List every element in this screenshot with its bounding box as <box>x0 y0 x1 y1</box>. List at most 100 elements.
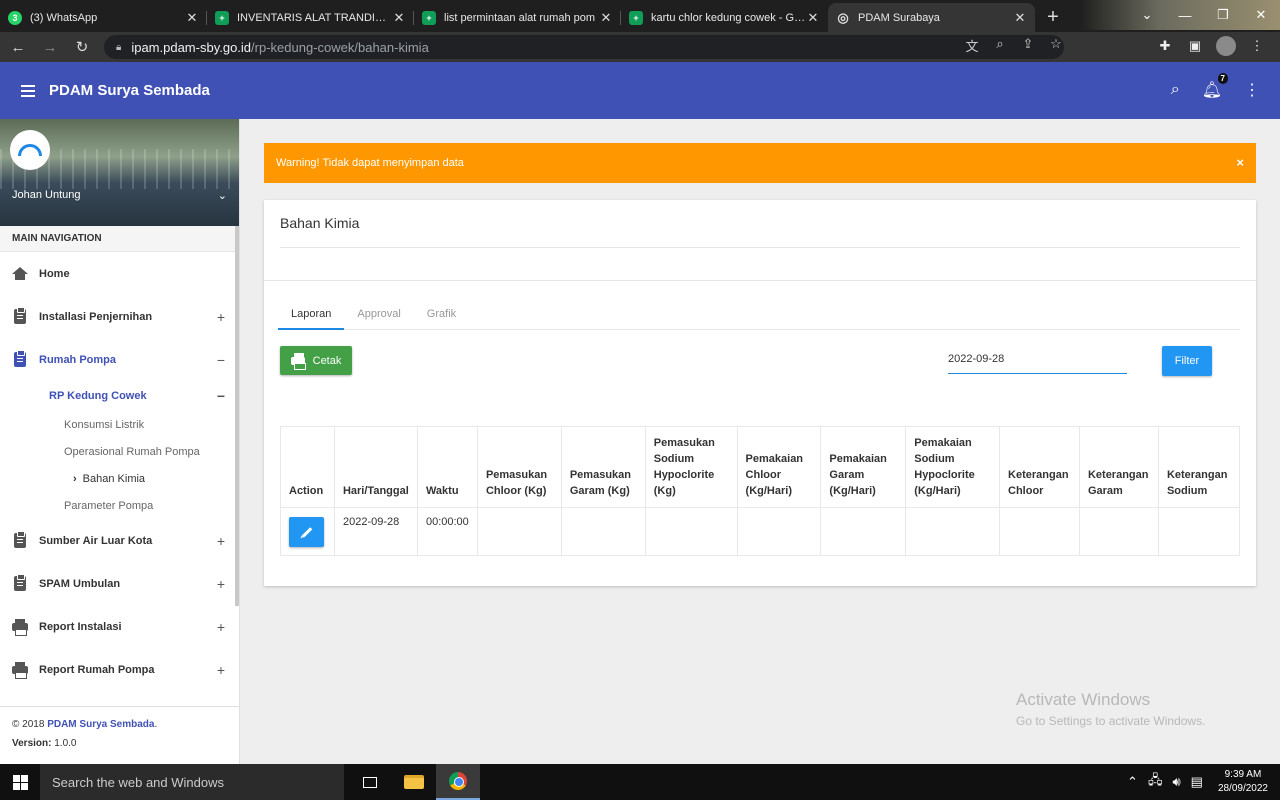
copyright-link[interactable]: PDAM Surya Sembada <box>47 719 154 730</box>
search-icon[interactable]: ⌕ <box>1171 81 1180 99</box>
extensions-puzzle-icon[interactable]: ✚ <box>1150 38 1180 54</box>
date-filter-input[interactable]: 2022-09-28 <box>948 348 1127 374</box>
close-window-icon[interactable]: ✕ <box>1242 0 1280 30</box>
url-path: /rp-kedung-cowek/bahan-kimia <box>251 39 429 55</box>
sidebar-item-sumber-air-luar-kota[interactable]: Sumber Air Luar Kota + <box>0 519 239 562</box>
sheets-icon: + <box>629 10 643 25</box>
browser-menu-icon[interactable]: ⋮ <box>1242 38 1272 54</box>
filter-button[interactable]: Filter <box>1162 346 1212 376</box>
expand-icon[interactable]: + <box>217 533 225 549</box>
sidebar-item-report-rumah-pompa[interactable]: Report Rumah Pompa + <box>0 648 239 691</box>
tab-title: (3) WhatsApp <box>30 11 98 24</box>
side-panel-icon[interactable]: ▣ <box>1180 38 1210 54</box>
sidebar-item-rumah-pompa[interactable]: Rumah Pompa − <box>0 338 239 381</box>
collapse-icon[interactable]: − <box>217 352 225 368</box>
alert-message: Warning! Tidak dapat menyimpan data <box>276 157 464 169</box>
watermark-line2: Go to Settings to activate Windows. <box>1016 714 1206 728</box>
sidebar-subitem-operasional-rumah-pompa[interactable]: Operasional Rumah Pompa <box>0 438 239 465</box>
sidebar-subitem-rp-kedung-cowek[interactable]: RP Kedung Cowek − <box>0 381 239 411</box>
sidebar-subitem-bahan-kimia[interactable]: › Bahan Kimia <box>0 465 239 492</box>
task-view-icon[interactable] <box>348 764 392 800</box>
tab-search-icon[interactable]: ⌄ <box>1128 0 1166 30</box>
close-tab-icon[interactable]: ✕ <box>599 10 613 26</box>
close-tab-icon[interactable]: ✕ <box>806 10 820 26</box>
network-icon[interactable]: 🖧︎ <box>1148 771 1163 793</box>
browser-tab-whatsapp[interactable]: 3 (3) WhatsApp ✕ <box>0 3 207 32</box>
expand-icon[interactable]: + <box>217 662 225 678</box>
column-header: Hari/Tanggal <box>333 426 418 508</box>
minimize-icon[interactable]: — <box>1166 0 1204 30</box>
chevron-down-icon[interactable]: ⌄ <box>218 189 227 202</box>
column-header: Keterangan Garam <box>1078 426 1159 508</box>
windows-start-icon[interactable] <box>0 764 40 800</box>
sidebar-item-report-instalasi[interactable]: Report Instalasi + <box>0 605 239 648</box>
file-explorer-icon[interactable] <box>392 764 436 800</box>
browser-tab-kartu-chlor[interactable]: + kartu chlor kedung cowek - Goo ✕ <box>621 3 828 32</box>
more-vert-icon[interactable]: ⋮ <box>1244 80 1260 100</box>
browser-tab-inventaris[interactable]: + INVENTARIS ALAT TRANDIST - G ✕ <box>207 3 414 32</box>
print-icon <box>12 618 28 636</box>
expand-icon[interactable]: + <box>217 309 225 325</box>
table-cell <box>736 507 822 556</box>
nav-heading: MAIN NAVIGATION <box>0 226 239 252</box>
hamburger-menu-icon[interactable] <box>21 82 35 100</box>
chevron-up-icon[interactable]: ⌃ <box>1127 774 1138 790</box>
notification-bell-icon[interactable]: 🔔︎ 7 <box>1202 73 1228 100</box>
column-header: Action <box>280 426 335 508</box>
forward-icon[interactable]: → <box>36 39 64 56</box>
user-name[interactable]: Johan Untung <box>12 189 81 201</box>
column-header: Pemakaian Garam (Kg/Hari) <box>820 426 907 508</box>
share-icon[interactable]: ⇪ <box>1014 36 1042 55</box>
print-icon <box>12 661 28 679</box>
volume-icon[interactable]: 🔊︎ <box>1172 774 1180 790</box>
chevron-right-icon: › <box>73 472 77 485</box>
app-header: PDAM Surya Sembada ⌕ 🔔︎ 7 ⋮ <box>0 62 1280 119</box>
edit-button[interactable] <box>289 517 324 547</box>
close-tab-icon[interactable]: ✕ <box>392 10 406 26</box>
sidebar-item-installasi-penjernihan[interactable]: Installasi Penjernihan + <box>0 295 239 338</box>
globe-icon: ◎ <box>837 9 849 25</box>
app-brand[interactable]: PDAM Surya Sembada <box>49 82 210 99</box>
sidebar-subitem-label: Bahan Kimia <box>82 472 146 485</box>
reload-icon[interactable]: ↻ <box>68 38 96 56</box>
action-center-icon[interactable]: ▤ <box>1191 774 1203 790</box>
translate-icon[interactable]: 文 <box>958 36 986 55</box>
sidebar-footer: © 2018 PDAM Surya Sembada. Version: 1.0.… <box>0 706 240 764</box>
browser-tab-list-permintaan[interactable]: + list permintaan alat rumah pom ✕ <box>414 3 621 32</box>
address-bar[interactable]: 🔒︎ ipam.pdam-sby.go.id/rp-kedung-cowek/b… <box>104 35 1064 59</box>
close-tab-icon[interactable]: ✕ <box>1013 10 1027 26</box>
tab-laporan[interactable]: Laporan <box>278 302 345 330</box>
restore-icon[interactable]: ❐ <box>1204 0 1242 30</box>
sidebar-scrollbar[interactable] <box>235 226 239 606</box>
profile-avatar[interactable] <box>1216 36 1236 56</box>
sidebar-item-spam-umbulan[interactable]: SPAM Umbulan + <box>0 562 239 605</box>
lock-icon[interactable]: 🔒︎ <box>116 42 121 53</box>
expand-icon[interactable]: + <box>217 619 225 635</box>
new-tab-button[interactable]: + <box>1035 3 1071 32</box>
chrome-icon[interactable] <box>436 764 480 800</box>
taskbar-search-input[interactable]: Search the web and Windows <box>40 764 344 800</box>
bookmark-star-icon[interactable]: ☆ <box>1042 36 1070 55</box>
browser-tab-pdam-surabaya[interactable]: ◎ PDAM Surabaya ✕ <box>828 3 1035 32</box>
divider <box>280 247 1240 248</box>
system-tray: ⌃ 🖧︎ 🔊︎ ▤ 9:39 AM 28/09/2022 <box>1122 764 1280 800</box>
expand-icon[interactable]: + <box>217 576 225 592</box>
taskbar-clock[interactable]: 9:39 AM 28/09/2022 <box>1218 768 1268 796</box>
date-cell: 2022-09-28 <box>333 507 418 556</box>
table-cell <box>905 507 1001 556</box>
clipboard-icon <box>12 574 28 592</box>
collapse-icon[interactable]: − <box>217 388 225 404</box>
close-tab-icon[interactable]: ✕ <box>185 10 199 26</box>
tab-approval[interactable]: Approval <box>344 302 413 330</box>
sidebar-subitem-parameter-pompa[interactable]: Parameter Pompa <box>0 492 239 519</box>
tab-grafik[interactable]: Grafik <box>414 302 469 330</box>
sidebar-item-home[interactable]: Home <box>0 252 239 295</box>
cetak-button[interactable]: Cetak <box>280 346 352 375</box>
sidebar-subitem-konsumsi-listrik[interactable]: Konsumsi Listrik <box>0 411 239 438</box>
zoom-icon[interactable]: ⌕ <box>986 36 1014 55</box>
alert-close-icon[interactable]: × <box>1236 155 1244 170</box>
sidebar-item-label: Sumber Air Luar Kota <box>39 534 153 547</box>
column-header: Pemasukan Garam (Kg) <box>560 426 646 508</box>
cetak-label: Cetak <box>312 354 342 367</box>
back-icon[interactable]: ← <box>4 39 32 56</box>
